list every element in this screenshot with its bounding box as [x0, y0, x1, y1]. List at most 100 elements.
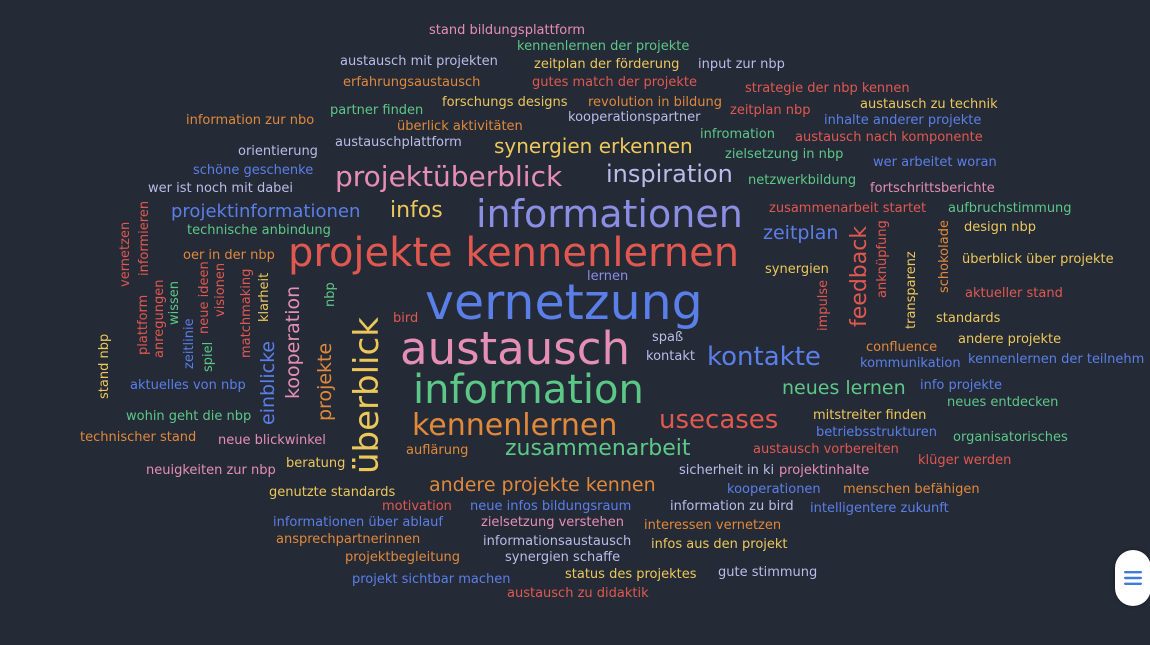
word-cloud-word: erfahrungsaustausch [343, 75, 481, 90]
word-cloud-word: fortschrittsberichte [870, 181, 995, 196]
word-cloud-word: schöne geschenke [193, 163, 314, 178]
word-cloud-word: neue infos bildungsraum [470, 499, 632, 514]
word-cloud-word: menschen befähigen [843, 482, 980, 497]
word-cloud-word: oer in der nbp [183, 248, 275, 263]
word-cloud-word: motivation [382, 499, 452, 514]
word-cloud-word: überblick über projekte [962, 252, 1114, 267]
word-cloud-word: impulse [816, 279, 831, 331]
word-cloud-word: aktuelles von nbp [130, 378, 246, 393]
word-cloud-word: austausch mit projekten [340, 54, 498, 69]
word-cloud-word: input zur nbp [698, 57, 785, 72]
word-cloud-word: andere projekte [958, 332, 1062, 347]
word-cloud-word: zeitplan nbp [730, 103, 811, 118]
word-cloud-word: standards [936, 311, 1001, 326]
word-cloud-word: vernetzen [118, 221, 133, 287]
word-cloud-word: kooperationspartner [568, 110, 701, 125]
word-cloud-word: projekte kennenlernen [288, 230, 740, 276]
word-cloud-word: einblicke [257, 340, 279, 425]
word-cloud-word: strategie der nbp kennen [745, 81, 910, 96]
word-cloud-word: neues lernen [782, 377, 906, 399]
word-cloud-word: sicherheit in ki [679, 463, 775, 478]
word-cloud-word: visionen [213, 262, 228, 317]
word-cloud-word: kontakt [646, 349, 695, 364]
word-cloud-word: infromation [700, 127, 775, 142]
word-cloud-word: projektinformationen [171, 201, 361, 222]
word-cloud-word: synergien erkennen [494, 134, 693, 158]
word-cloud-word: zielsetzung verstehen [481, 515, 624, 530]
word-cloud-word: orientierung [238, 144, 318, 159]
word-cloud-word: überlick aktivitäten [397, 119, 523, 134]
word-cloud-word: spaß [652, 330, 684, 345]
word-cloud-word: netzwerkbildung [748, 173, 857, 188]
word-cloud-word: aufbruchstimmung [948, 201, 1072, 216]
word-cloud-word: beratung [286, 456, 346, 471]
word-cloud-word: gute stimmung [718, 565, 818, 580]
word-cloud-word: austauschplattform [335, 135, 462, 150]
word-cloud-word: anregungen [152, 279, 167, 358]
word-cloud-word: wohin geht die nbp [126, 409, 252, 424]
word-cloud-word: schokolade [937, 220, 952, 293]
word-cloud-word: stand bildungsplattform [429, 23, 586, 38]
word-cloud-word: wer ist noch mit dabei [148, 181, 294, 196]
word-cloud-word: forschungs designs [442, 95, 568, 110]
word-cloud-word: kooperationen [727, 482, 821, 497]
word-cloud-word: feedback [847, 225, 872, 327]
word-cloud-word: information zur nbo [186, 113, 315, 128]
word-cloud: stand bildungsplattform kennenlernen der … [0, 0, 1150, 645]
word-cloud-word: kommunikation [860, 356, 961, 371]
word-cloud-word: informationen [476, 192, 743, 236]
word-cloud-word: info projekte [920, 378, 1003, 393]
word-cloud-word: neuigkeiten zur nbp [146, 463, 276, 478]
word-cloud-word: synergien schaffe [505, 550, 621, 565]
word-cloud-word: kennenlernen der teilnehm [968, 352, 1145, 367]
word-cloud-word: projektinhalte [779, 463, 870, 478]
word-cloud-word: wissen [167, 280, 182, 325]
word-cloud-word: genutzte standards [269, 485, 396, 500]
word-cloud-word: zeitplan der förderung [534, 57, 680, 72]
word-cloud-word: inspiration [606, 160, 733, 188]
word-cloud-word: überblick [347, 317, 387, 474]
word-cloud-word: zusammenarbeit [505, 436, 691, 461]
word-cloud-word: projekte [314, 342, 336, 421]
word-cloud-word: stand nbp [97, 333, 112, 399]
word-cloud-word: klüger werden [918, 453, 1012, 468]
word-cloud-word: projektüberblick [335, 160, 563, 193]
word-cloud-word: anknüpfung [875, 220, 890, 298]
hamburger-menu-icon [1124, 571, 1142, 585]
word-cloud-word: austausch [400, 322, 630, 375]
word-cloud-word: interessen vernetzen [644, 518, 782, 533]
word-cloud-word: andere projekte kennen [429, 474, 656, 496]
word-cloud-word: ansprechpartnerinnen [276, 532, 421, 547]
word-cloud-word: zielsetzung in nbp [725, 147, 844, 162]
word-cloud-word: revolution in bildung [588, 95, 723, 110]
word-cloud-word: betriebsstrukturen [816, 425, 937, 440]
word-cloud-word: synergien [765, 262, 829, 277]
word-cloud-word: information zu bird [670, 499, 794, 514]
word-cloud-word: status des projektes [565, 567, 697, 582]
word-cloud-word: confluence [866, 340, 938, 355]
word-cloud-word: projektbegleitung [345, 550, 461, 565]
word-cloud-word: informationen über ablauf [273, 515, 443, 530]
word-cloud-word: informationsaustausch [483, 534, 632, 549]
word-cloud-word: klarheit [257, 272, 272, 322]
word-cloud-word: neues entdecken [947, 395, 1059, 410]
word-cloud-word: austausch nach komponente [795, 130, 983, 145]
word-cloud-word: usecases [659, 405, 779, 435]
word-cloud-word: vernetzung [425, 274, 703, 331]
word-cloud-word: design nbp [964, 220, 1037, 235]
word-cloud-word: kennenlernen der projekte [517, 39, 690, 54]
word-cloud-word: infos aus den projekt [651, 537, 788, 552]
word-cloud-word: zusammenarbeit startet [769, 201, 927, 216]
word-cloud-word: wer arbeitet woran [873, 155, 997, 170]
word-cloud-word: gutes match der projekte [532, 75, 697, 90]
word-cloud-word: technischer stand [80, 430, 197, 445]
word-cloud-word: infos [390, 198, 443, 223]
word-cloud-word: organisatorisches [953, 430, 1068, 445]
word-cloud-word: aktueller stand [965, 286, 1063, 301]
word-cloud-word: information [413, 367, 644, 413]
word-cloud-word: austausch zu technik [860, 97, 998, 112]
menu-button[interactable] [1115, 550, 1150, 606]
word-cloud-word: matchmaking [239, 268, 254, 358]
word-cloud-word: nbp [323, 282, 338, 307]
word-cloud-word: zeitlinie [182, 318, 197, 369]
